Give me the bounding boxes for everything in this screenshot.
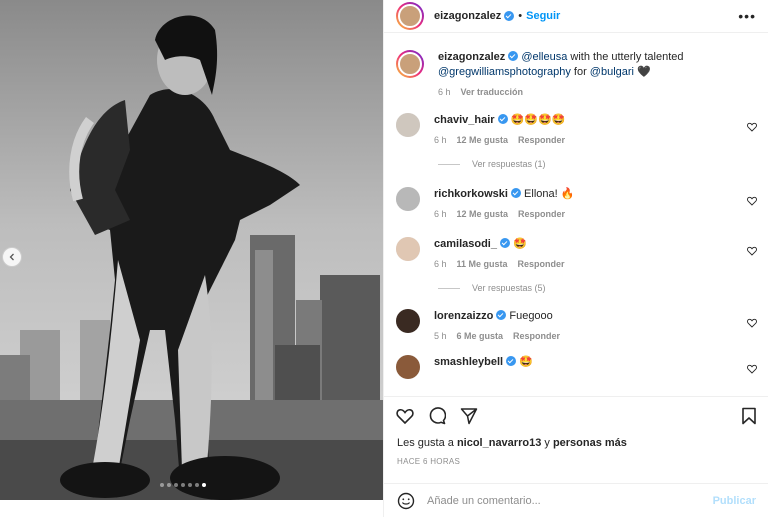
caption-username[interactable]: eizagonzalez bbox=[438, 51, 505, 63]
comment-item: smashleybell 🤩 bbox=[396, 355, 757, 379]
carousel-dot bbox=[160, 483, 164, 487]
likes-user-link[interactable]: nicol_navarro13 bbox=[457, 437, 541, 449]
carousel-prev-button[interactable] bbox=[2, 247, 22, 267]
likes-others-link[interactable]: personas más bbox=[553, 437, 627, 449]
commenter-username[interactable]: chaviv_hair bbox=[434, 114, 495, 126]
verified-badge-icon bbox=[496, 310, 507, 320]
reply-button[interactable]: Responder bbox=[518, 259, 565, 269]
publish-button[interactable]: Publicar bbox=[713, 495, 756, 507]
more-options-icon[interactable]: ••• bbox=[738, 8, 756, 24]
translate-button[interactable]: Ver traducción bbox=[461, 87, 524, 97]
author-username[interactable]: eizagonzalez bbox=[434, 10, 501, 22]
comment-time: 6 h bbox=[434, 259, 447, 269]
comment-text: 🤩 bbox=[513, 238, 527, 250]
share-paper-plane-icon[interactable] bbox=[460, 407, 478, 425]
verified-badge-icon bbox=[499, 238, 510, 248]
commenter-username[interactable]: camilasodi_ bbox=[434, 238, 497, 250]
reply-button[interactable]: Responder bbox=[518, 209, 565, 219]
carousel-dot bbox=[167, 483, 171, 487]
comment-likes[interactable]: 6 Me gusta bbox=[457, 331, 504, 341]
mention-link[interactable]: @bulgari bbox=[590, 66, 634, 78]
mention-link[interactable]: @gregwilliamsphotography bbox=[438, 66, 571, 78]
verified-badge-icon bbox=[508, 51, 519, 61]
post-timestamp: HACE 6 HORAS bbox=[397, 457, 461, 466]
comment-time: 6 h bbox=[434, 135, 447, 145]
caption-part: with the utterly talented bbox=[567, 51, 684, 63]
comment-item: chaviv_hair 🤩🤩🤩🤩 6 h 12 Me gusta Responder bbox=[396, 113, 757, 145]
commenter-avatar[interactable] bbox=[396, 237, 420, 261]
view-replies-button[interactable]: Ver respuestas (5) bbox=[438, 283, 757, 293]
post-header: eizagonzalez • Seguir ••• bbox=[384, 0, 768, 33]
comment-bubble-icon[interactable] bbox=[428, 407, 446, 425]
view-replies-label: Ver respuestas (5) bbox=[472, 283, 546, 293]
chevron-left-icon bbox=[9, 253, 14, 261]
view-replies-button[interactable]: Ver respuestas (1) bbox=[438, 159, 757, 169]
comments-list[interactable]: eizagonzalez @elleusa with the utterly t… bbox=[384, 44, 768, 396]
separator: • bbox=[518, 10, 523, 22]
comment-time: 6 h bbox=[434, 209, 447, 219]
comment-text: Fuegooo bbox=[509, 310, 553, 322]
carousel-dot bbox=[174, 483, 178, 487]
likes-prefix: Les gusta a bbox=[397, 437, 457, 449]
reply-button[interactable]: Responder bbox=[513, 331, 560, 341]
caption-meta: 6 h Ver traducción bbox=[438, 87, 757, 97]
add-comment-bar: Añade un comentario... Publicar bbox=[384, 483, 768, 517]
commenter-avatar[interactable] bbox=[396, 187, 420, 211]
comment-item: richkorkowski Ellona! 🔥 6 h 12 Me gusta Re… bbox=[396, 187, 757, 219]
commenter-avatar[interactable] bbox=[396, 113, 420, 137]
like-heart-icon[interactable] bbox=[396, 407, 414, 425]
post-actions: Les gusta a nicol_navarro13 y personas m… bbox=[384, 396, 768, 517]
follow-button[interactable]: Seguir bbox=[526, 10, 560, 22]
caption-emoji: 🖤 bbox=[634, 66, 651, 78]
mention-link[interactable]: @elleusa bbox=[521, 51, 567, 63]
carousel-dot-active bbox=[202, 483, 206, 487]
verified-badge-icon bbox=[504, 11, 515, 21]
caption-part: for bbox=[570, 66, 590, 78]
comment-time: 5 h bbox=[434, 331, 447, 341]
carousel-dot bbox=[195, 483, 199, 487]
comment-likes[interactable]: 12 Me gusta bbox=[457, 209, 509, 219]
caption-text: eizagonzalez @elleusa with the utterly t… bbox=[438, 50, 757, 80]
caption-time: 6 h bbox=[438, 87, 451, 97]
heart-icon[interactable] bbox=[747, 196, 757, 206]
comment-text: 🤩 bbox=[519, 356, 533, 368]
commenter-username[interactable]: lorenzaizzo bbox=[434, 310, 493, 322]
commenter-avatar[interactable] bbox=[396, 309, 420, 333]
reply-button[interactable]: Responder bbox=[518, 135, 565, 145]
emoji-icon[interactable] bbox=[397, 492, 415, 510]
commenter-username[interactable]: richkorkowski bbox=[434, 188, 508, 200]
commenter-username[interactable]: smashleybell bbox=[434, 356, 503, 368]
caption: eizagonzalez @elleusa with the utterly t… bbox=[396, 50, 757, 97]
carousel-dot bbox=[188, 483, 192, 487]
comment-text: Ellona! 🔥 bbox=[524, 188, 575, 200]
author-avatar[interactable] bbox=[396, 2, 424, 30]
likes-mid: y bbox=[541, 437, 553, 449]
comment-input[interactable]: Añade un comentario... bbox=[427, 495, 713, 507]
heart-icon[interactable] bbox=[747, 364, 757, 374]
comment-item: camilasodi_ 🤩 6 h 11 Me gusta Responder bbox=[396, 237, 757, 269]
commenter-avatar[interactable] bbox=[396, 355, 420, 379]
comment-text: 🤩🤩🤩🤩 bbox=[510, 114, 566, 126]
post-sidebar: eizagonzalez • Seguir ••• eizagonzalez @… bbox=[383, 0, 768, 517]
comment-item: lorenzaizzo Fuegooo 5 h 6 Me gusta Respond… bbox=[396, 309, 757, 341]
action-icons bbox=[384, 397, 768, 425]
verified-badge-icon bbox=[497, 114, 508, 124]
heart-icon[interactable] bbox=[747, 122, 757, 132]
post-photo[interactable] bbox=[0, 0, 383, 517]
carousel-dots bbox=[160, 483, 206, 487]
verified-badge-icon bbox=[510, 188, 521, 198]
author-avatar[interactable] bbox=[396, 50, 424, 78]
post-image bbox=[0, 0, 383, 500]
comment-likes[interactable]: 12 Me gusta bbox=[457, 135, 509, 145]
heart-icon[interactable] bbox=[747, 318, 757, 328]
likes-summary: Les gusta a nicol_navarro13 y personas m… bbox=[384, 425, 768, 449]
comment-likes[interactable]: 11 Me gusta bbox=[457, 259, 508, 269]
carousel-dot bbox=[181, 483, 185, 487]
verified-badge-icon bbox=[506, 356, 517, 366]
heart-icon[interactable] bbox=[747, 246, 757, 256]
view-replies-label: Ver respuestas (1) bbox=[472, 159, 546, 169]
bookmark-icon[interactable] bbox=[741, 407, 757, 425]
